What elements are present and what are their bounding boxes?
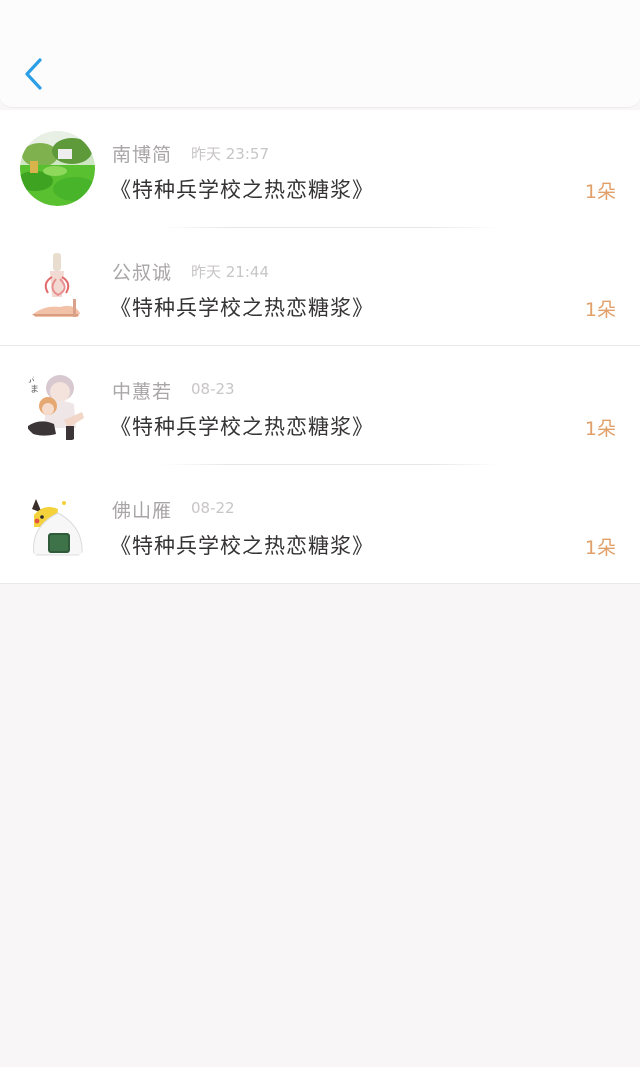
row-divider	[0, 583, 640, 584]
anime-couple-avatar: ボ ま	[20, 368, 95, 443]
row-divider	[160, 464, 500, 465]
message-time: 08-22	[191, 499, 235, 517]
message-time: 昨天 21:44	[191, 263, 269, 281]
gift-count: 1朵	[584, 537, 616, 559]
message-time: 08-23	[191, 380, 235, 398]
list-item[interactable]: ボ ま 中蕙若 08-23 《特种兵学校之热恋糖浆》 1朵	[0, 347, 640, 465]
gift-count: 1朵	[584, 418, 616, 440]
row-divider	[0, 345, 640, 346]
gift-count: 1朵	[584, 299, 616, 321]
sender-name: 佛山雁	[112, 500, 173, 522]
book-title[interactable]: 《特种兵学校之热恋糖浆》	[110, 174, 374, 204]
avatar[interactable]	[20, 131, 95, 206]
gift-count: 1朵	[584, 181, 616, 203]
sender-name: 南博简	[112, 144, 173, 166]
list-item[interactable]: 南博简 昨天 23:57 《特种兵学校之热恋糖浆》 1朵	[0, 110, 640, 228]
high-heel-avatar	[20, 249, 95, 324]
onigiri-pikachu-avatar	[20, 487, 95, 562]
book-title[interactable]: 《特种兵学校之热恋糖浆》	[110, 530, 374, 560]
avatar[interactable]	[20, 249, 95, 324]
avatar[interactable]: ボ ま	[20, 368, 95, 443]
list-item[interactable]: 公叔诚 昨天 21:44 《特种兵学校之热恋糖浆》 1朵	[0, 228, 640, 346]
svg-text:ボ: ボ	[26, 374, 35, 385]
svg-text:ま: ま	[30, 384, 39, 395]
landscape-avatar	[20, 131, 95, 206]
list-item[interactable]: 佛山雁 08-22 《特种兵学校之热恋糖浆》 1朵	[0, 466, 640, 584]
sender-name: 公叔诚	[112, 262, 173, 284]
message-time: 昨天 23:57	[191, 145, 269, 163]
book-title[interactable]: 《特种兵学校之热恋糖浆》	[110, 292, 374, 322]
message-list: 南博简 昨天 23:57 《特种兵学校之热恋糖浆》 1朵 公叔诚 昨天 21:4…	[0, 110, 640, 584]
top-bar	[0, 0, 640, 108]
avatar[interactable]	[20, 487, 95, 562]
sender-name: 中蕙若	[112, 381, 173, 403]
chevron-left-icon	[25, 58, 42, 90]
back-button[interactable]	[18, 54, 50, 94]
book-title[interactable]: 《特种兵学校之热恋糖浆》	[110, 411, 374, 441]
